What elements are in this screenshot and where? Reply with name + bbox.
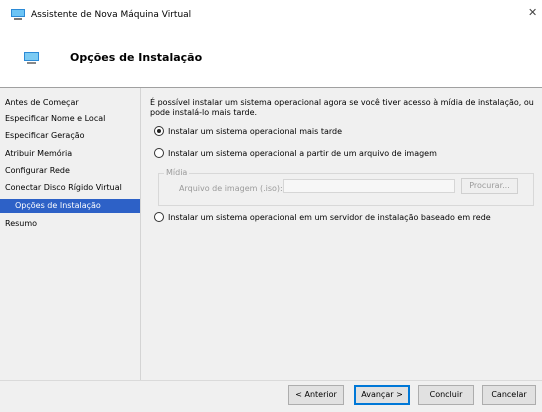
radio-button[interactable] bbox=[154, 211, 164, 222]
sidebar-item-conectar-disco[interactable]: Conectar Disco Rígido Virtual bbox=[0, 181, 140, 195]
media-group: Mídia Arquivo de imagem (.iso): Procurar… bbox=[158, 168, 534, 206]
iso-file-label: Arquivo de imagem (.iso): bbox=[179, 184, 283, 193]
browse-button[interactable]: Procurar... bbox=[461, 178, 518, 194]
sidebar-item-opcoes-instalacao[interactable]: Opções de Instalação bbox=[0, 199, 140, 213]
sidebar-item-label: Antes de Começar bbox=[5, 98, 79, 107]
close-icon[interactable]: ✕ bbox=[528, 6, 542, 20]
sidebar-item-label: Resumo bbox=[5, 219, 38, 228]
sidebar-item-label: Atribuir Memória bbox=[5, 149, 73, 158]
radio-button[interactable] bbox=[154, 147, 164, 158]
main-panel: É possível instalar um sistema operacion… bbox=[141, 88, 542, 380]
sidebar-item-resumo[interactable]: Resumo bbox=[0, 217, 140, 231]
radio-install-network[interactable]: Instalar um sistema operacional em um se… bbox=[154, 211, 491, 224]
sidebar-item-especificar-nome[interactable]: Especificar Nome e Local bbox=[0, 112, 140, 126]
sidebar-item-label: Opções de Instalação bbox=[15, 201, 101, 210]
wizard-steps-nav: Antes de Começar Especificar Nome e Loca… bbox=[0, 88, 140, 380]
previous-button[interactable]: < Anterior bbox=[288, 385, 344, 405]
sidebar-item-atribuir-memoria[interactable]: Atribuir Memória bbox=[0, 147, 140, 161]
sidebar-item-especificar-geracao[interactable]: Especificar Geração bbox=[0, 129, 140, 143]
radio-label: Instalar um sistema operacional em um se… bbox=[168, 213, 491, 222]
radio-install-later[interactable]: Instalar um sistema operacional mais tar… bbox=[154, 125, 343, 138]
sidebar-item-label: Especificar Geração bbox=[5, 131, 85, 140]
next-button[interactable]: Avançar > bbox=[354, 385, 410, 405]
sidebar-item-configurar-rede[interactable]: Configurar Rede bbox=[0, 164, 140, 178]
radio-button[interactable] bbox=[154, 125, 164, 136]
sidebar-item-label: Configurar Rede bbox=[5, 166, 70, 175]
title-bar: Assistente de Nova Máquina Virtual ✕ bbox=[0, 0, 542, 32]
footer-divider bbox=[0, 380, 542, 381]
sidebar-item-label: Especificar Nome e Local bbox=[5, 114, 106, 123]
window-title: Assistente de Nova Máquina Virtual bbox=[31, 10, 192, 20]
finish-button[interactable]: Concluir bbox=[418, 385, 474, 405]
media-group-legend: Mídia bbox=[164, 168, 190, 178]
sidebar-item-antes-de-comecar[interactable]: Antes de Começar bbox=[0, 96, 140, 110]
page-header: Opções de Instalação bbox=[0, 32, 542, 88]
radio-label: Instalar um sistema operacional a partir… bbox=[168, 149, 437, 158]
page-title: Opções de Instalação bbox=[70, 51, 203, 64]
radio-install-from-image[interactable]: Instalar um sistema operacional a partir… bbox=[154, 147, 437, 160]
sidebar-item-label: Conectar Disco Rígido Virtual bbox=[5, 183, 122, 192]
cancel-button[interactable]: Cancelar bbox=[482, 385, 536, 405]
iso-file-input[interactable] bbox=[283, 179, 455, 193]
monitor-icon bbox=[24, 52, 39, 64]
monitor-icon bbox=[11, 9, 25, 20]
intro-text: É possível instalar um sistema operacion… bbox=[150, 98, 534, 117]
radio-label: Instalar um sistema operacional mais tar… bbox=[168, 127, 343, 136]
